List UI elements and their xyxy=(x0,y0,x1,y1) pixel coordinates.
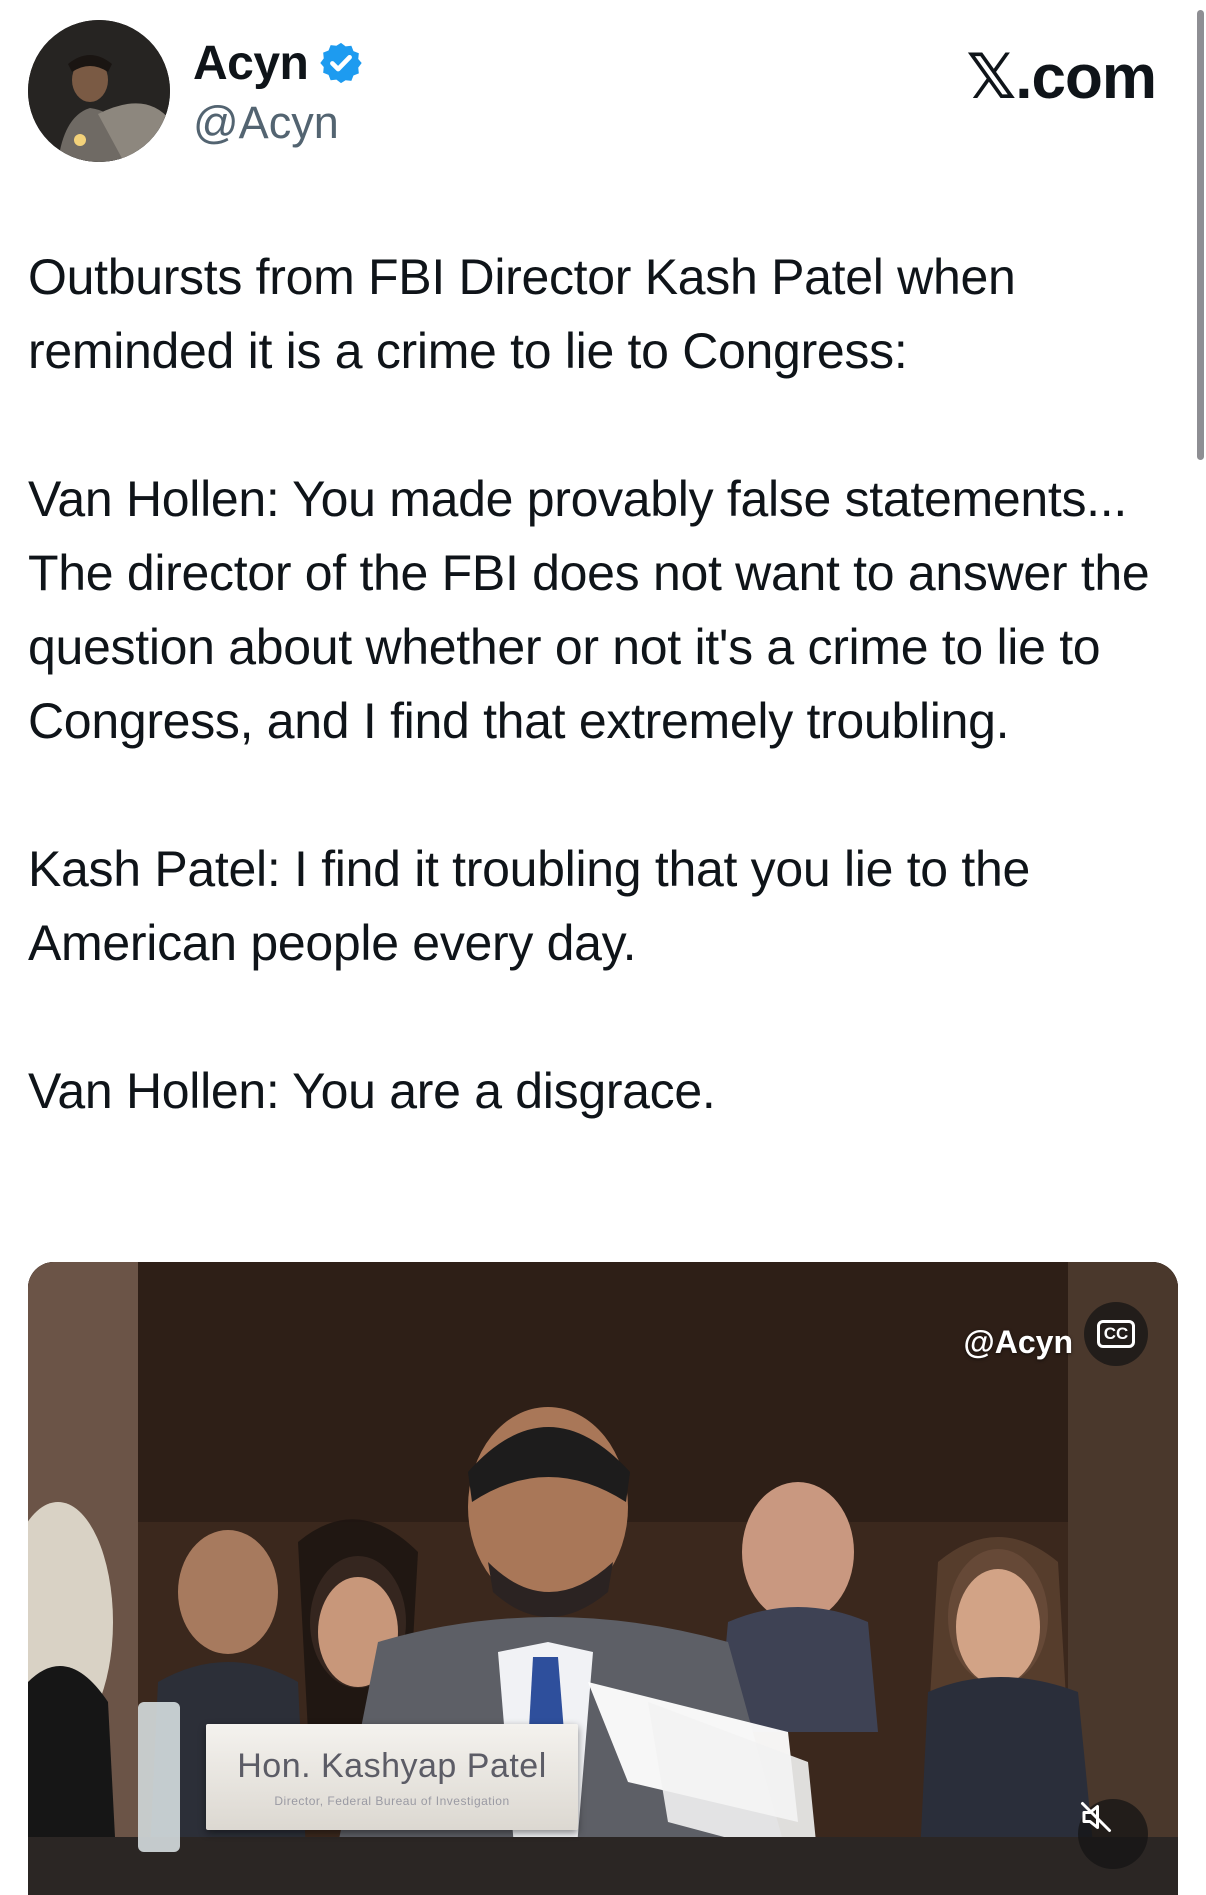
nameplate-name: Hon. Kashyap Patel xyxy=(237,1746,547,1785)
author-name-row: Acyn xyxy=(193,34,364,92)
tweet-paragraph: Kash Patel: I find it troubling that you… xyxy=(28,841,1030,971)
avatar[interactable] xyxy=(28,20,170,162)
video-watermark: @Acyn xyxy=(963,1324,1073,1360)
tweet-text: Outbursts from FBI Director Kash Patel w… xyxy=(28,240,1178,1202)
nameplate: Hon. Kashyap Patel Director, Federal Bur… xyxy=(206,1724,578,1830)
display-name[interactable]: Acyn xyxy=(193,36,309,91)
avatar-photo xyxy=(28,20,170,162)
nameplate-title: Director, Federal Bureau of Investigatio… xyxy=(274,1793,510,1808)
scrollbar-thumb[interactable] xyxy=(1197,10,1204,460)
speaker-muted-icon xyxy=(1081,1802,1111,1832)
scrollbar[interactable] xyxy=(1192,0,1206,470)
closed-captions-icon: CC xyxy=(1096,1320,1136,1348)
tweet-paragraph: Van Hollen: You made provably false stat… xyxy=(28,471,1150,749)
tweet-paragraph: Van Hollen: You are a disgrace. xyxy=(28,1063,716,1119)
site-label: 𝕏.com xyxy=(966,43,1157,112)
author-handle[interactable]: @Acyn xyxy=(193,97,339,149)
mute-button[interactable] xyxy=(1078,1799,1148,1869)
verified-badge-icon xyxy=(320,42,363,84)
tweet-paragraph: Outbursts from FBI Director Kash Patel w… xyxy=(28,249,1016,379)
video-player[interactable]: Hon. Kashyap Patel Director, Federal Bur… xyxy=(28,1262,1178,1895)
closed-captions-button[interactable]: CC xyxy=(1084,1302,1148,1366)
